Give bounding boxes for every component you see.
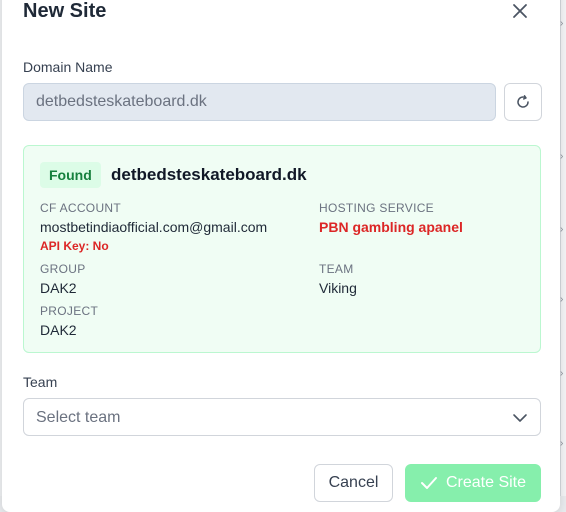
team-info-label: TEAM xyxy=(319,262,354,276)
team-select-placeholder: Select team xyxy=(36,409,121,426)
refresh-button[interactable] xyxy=(504,83,542,121)
new-site-dialog: New Site Domain Name Found detbedsteskat… xyxy=(2,0,560,512)
close-icon xyxy=(513,4,527,18)
dialog-title: New Site xyxy=(23,0,107,22)
project-label: PROJECT xyxy=(40,304,99,318)
cf-account-value: mostbetindiaofficial.com@gmail.com xyxy=(40,219,268,235)
found-domain: detbedsteskateboard.dk xyxy=(111,165,307,184)
edge-mark: › xyxy=(560,153,564,161)
check-icon xyxy=(420,477,437,489)
hosting-service-label: HOSTING SERVICE xyxy=(319,201,434,215)
domain-name-label: Domain Name xyxy=(23,59,113,75)
cf-account-label: CF ACCOUNT xyxy=(40,201,121,215)
close-button[interactable] xyxy=(507,0,533,24)
hosting-service-value: PBN gambling apanel xyxy=(319,219,463,235)
found-badge: Found xyxy=(40,162,101,188)
api-key-status: API Key: No xyxy=(40,239,109,253)
team-info-value: Viking xyxy=(319,280,357,296)
background-table-edge: › › › › › › xyxy=(560,0,566,496)
team-label: Team xyxy=(23,374,58,390)
project-value: DAK2 xyxy=(40,322,77,338)
edge-mark: › xyxy=(560,226,564,234)
group-label: GROUP xyxy=(40,262,86,276)
edge-mark: › xyxy=(560,370,564,378)
edge-mark: › xyxy=(560,20,564,28)
create-site-button[interactable]: Create Site xyxy=(405,464,541,502)
team-select[interactable]: Select team xyxy=(23,398,541,436)
edge-mark: › xyxy=(560,440,564,448)
found-site-card: Found detbedsteskateboard.dk CF ACCOUNT … xyxy=(23,145,541,353)
cancel-button[interactable]: Cancel xyxy=(314,464,393,502)
domain-name-input[interactable] xyxy=(23,83,496,121)
chevron-down-icon xyxy=(513,414,527,422)
cancel-button-label: Cancel xyxy=(328,474,379,491)
create-site-button-label: Create Site xyxy=(445,474,527,491)
group-value: DAK2 xyxy=(40,280,77,296)
refresh-icon xyxy=(517,95,529,108)
edge-mark: › xyxy=(560,296,564,304)
